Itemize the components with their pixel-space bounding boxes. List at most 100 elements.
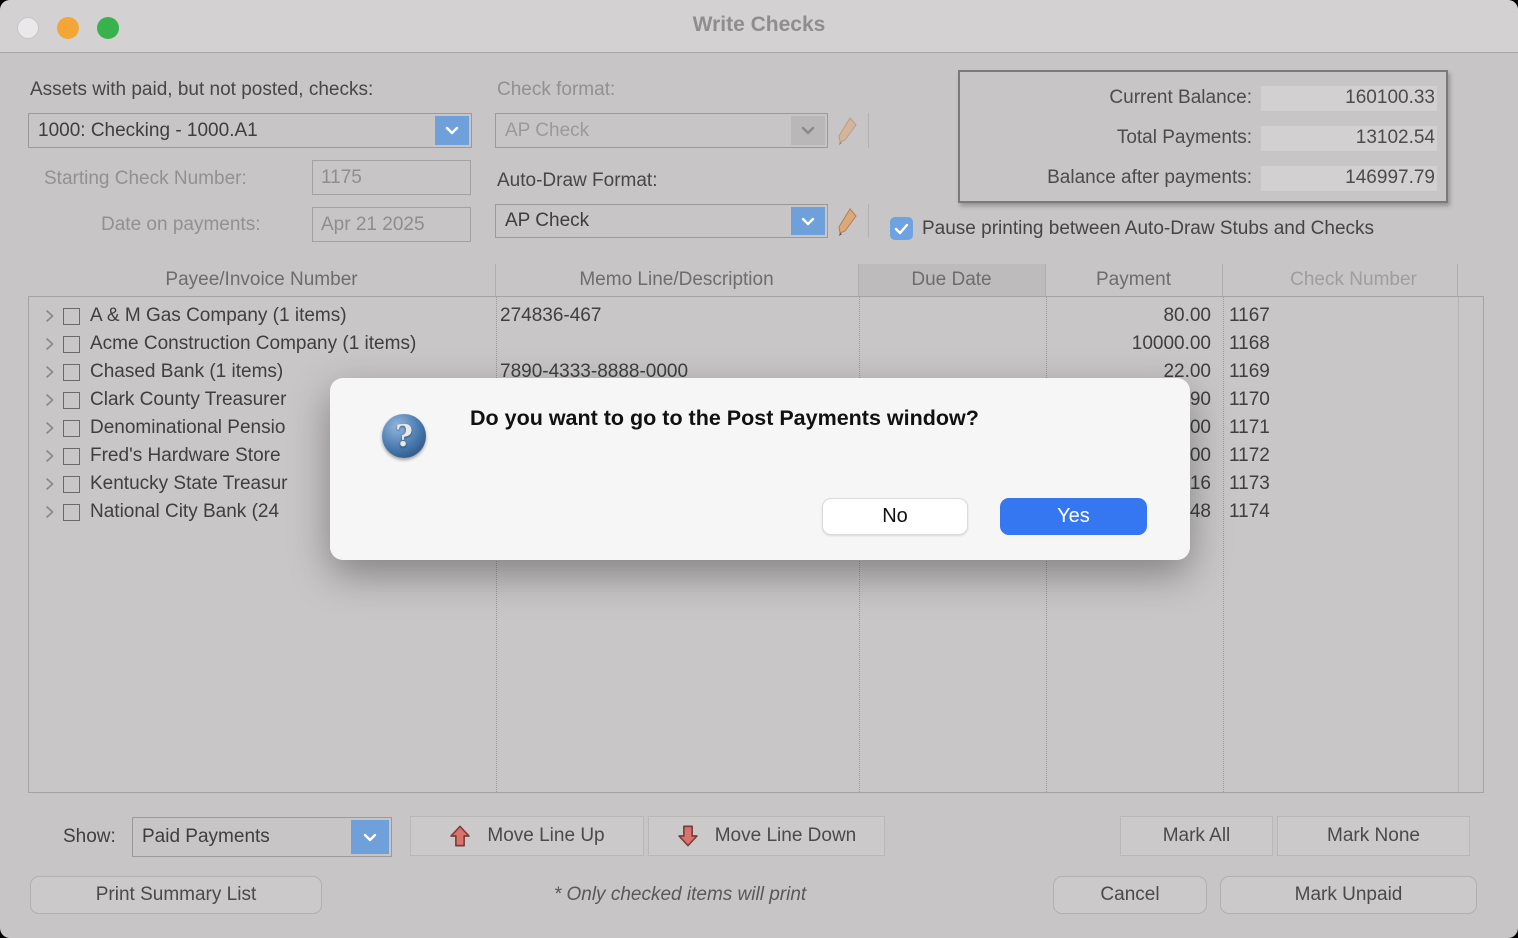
chevron-down-icon[interactable] — [351, 820, 389, 854]
move-line-down-label: Move Line Down — [715, 825, 857, 847]
write-checks-window: Write Checks Assets with paid, but not p… — [0, 0, 1518, 938]
check-number-cell: 1171 — [1223, 414, 1486, 442]
column-header-payment[interactable]: Payment — [1045, 264, 1222, 296]
disclosure-chevron-icon[interactable] — [45, 421, 55, 435]
total-payments-value: 13102.54 — [1356, 127, 1435, 149]
no-button[interactable]: No — [822, 498, 968, 535]
payee-label: Fred's Hardware Store — [90, 445, 281, 467]
balance-after-payments-label: Balance after payments: — [1047, 167, 1252, 189]
edit-pencil-icon — [836, 116, 858, 146]
pause-printing-checkbox[interactable] — [890, 217, 913, 240]
divider — [868, 204, 869, 238]
print-summary-list-button[interactable]: Print Summary List — [30, 876, 322, 914]
balance-after-payments-field: 146997.79 — [1261, 166, 1437, 191]
starting-check-number-value: 1175 — [321, 167, 362, 189]
window-title: Write Checks — [0, 13, 1518, 37]
table-row[interactable]: A & M Gas Company (1 items) 274836-467 80.… — [29, 302, 1483, 330]
move-line-up-label: Move Line Up — [487, 825, 604, 847]
disclosure-chevron-icon[interactable] — [45, 337, 55, 351]
mark-all-button[interactable]: Mark All — [1120, 816, 1273, 856]
arrow-down-icon — [677, 825, 699, 847]
print-summary-list-label: Print Summary List — [96, 884, 256, 906]
show-filter-select[interactable]: Paid Payments — [132, 817, 392, 857]
row-checkbox[interactable] — [63, 308, 80, 325]
check-number-cell: 1173 — [1223, 470, 1486, 498]
total-payments-label: Total Payments: — [1117, 127, 1252, 149]
assets-account-select[interactable]: 1000: Checking - 1000.A1 — [28, 113, 472, 148]
chevron-down-icon[interactable] — [791, 207, 825, 235]
row-checkbox[interactable] — [63, 336, 80, 353]
column-header-due-date[interactable]: Due Date — [858, 264, 1045, 296]
mark-all-label: Mark All — [1163, 825, 1231, 847]
arrow-up-icon — [449, 825, 471, 847]
starting-check-number-field[interactable]: 1175 — [312, 160, 471, 195]
row-checkbox[interactable] — [63, 364, 80, 381]
move-line-up-button[interactable]: Move Line Up — [410, 816, 644, 856]
row-checkbox[interactable] — [63, 420, 80, 437]
disclosure-chevron-icon[interactable] — [45, 449, 55, 463]
payee-label: Kentucky State Treasur — [90, 473, 288, 495]
row-checkbox[interactable] — [63, 476, 80, 493]
disclosure-chevron-icon[interactable] — [45, 477, 55, 491]
starting-check-number-label: Starting Check Number: — [44, 168, 247, 190]
column-header-memo[interactable]: Memo Line/Description — [495, 264, 858, 296]
row-checkbox[interactable] — [63, 448, 80, 465]
row-checkbox[interactable] — [63, 392, 80, 409]
column-header-check-number[interactable]: Check Number — [1222, 264, 1485, 296]
question-mark-icon: ? — [382, 414, 426, 458]
assets-label: Assets with paid, but not posted, checks… — [30, 79, 373, 101]
checked-items-note: * Only checked items will print — [430, 884, 930, 906]
row-checkbox[interactable] — [63, 504, 80, 521]
title-bar: Write Checks — [0, 0, 1518, 53]
payee-label: National City Bank (24 — [90, 501, 279, 523]
check-format-select: AP Check — [495, 113, 828, 148]
edit-pencil-icon[interactable] — [836, 207, 858, 237]
disclosure-chevron-icon[interactable] — [45, 505, 55, 519]
assets-account-value: 1000: Checking - 1000.A1 — [38, 120, 258, 142]
mark-none-label: Mark None — [1327, 825, 1420, 847]
payee-cell: Acme Construction Company (1 items) — [29, 330, 496, 358]
balance-after-payments-value: 146997.79 — [1345, 167, 1435, 189]
current-balance-value: 160100.33 — [1345, 87, 1435, 109]
payment-cell: 10000.00 — [1046, 330, 1223, 358]
payee-label: Acme Construction Company (1 items) — [90, 333, 416, 355]
mark-unpaid-label: Mark Unpaid — [1295, 884, 1403, 906]
balance-summary-box: Current Balance: 160100.33 Total Payment… — [958, 70, 1448, 203]
check-number-cell: 1170 — [1223, 386, 1486, 414]
autodraw-format-select[interactable]: AP Check — [495, 204, 828, 238]
table-row[interactable]: Acme Construction Company (1 items) 10000… — [29, 330, 1483, 358]
autodraw-format-value: AP Check — [505, 210, 589, 232]
check-number-cell: 1172 — [1223, 442, 1486, 470]
chevron-down-icon[interactable] — [435, 116, 469, 145]
check-number-cell: 1167 — [1223, 302, 1486, 330]
disclosure-chevron-icon[interactable] — [45, 365, 55, 379]
show-label: Show: — [63, 826, 116, 848]
date-on-payments-value: Apr 21 2025 — [321, 214, 425, 236]
column-header-payee[interactable]: Payee/Invoice Number — [28, 264, 495, 296]
table-header: Payee/Invoice Number Memo Line/Descripti… — [28, 264, 1484, 296]
payee-label: Clark County Treasurer — [90, 389, 286, 411]
total-payments-field: 13102.54 — [1261, 126, 1437, 151]
mark-unpaid-button[interactable]: Mark Unpaid — [1220, 876, 1477, 914]
check-format-label: Check format: — [497, 79, 615, 101]
mark-none-button[interactable]: Mark None — [1277, 816, 1470, 856]
date-on-payments-field[interactable]: Apr 21 2025 — [312, 207, 471, 242]
disclosure-chevron-icon[interactable] — [45, 309, 55, 323]
post-payments-dialog: ? Do you want to go to the Post Payments… — [330, 378, 1190, 560]
check-format-value: AP Check — [505, 120, 589, 142]
check-number-cell: 1169 — [1223, 358, 1486, 386]
pause-printing-label: Pause printing between Auto-Draw Stubs a… — [922, 218, 1374, 240]
due-date-cell — [859, 330, 1046, 358]
cancel-button[interactable]: Cancel — [1053, 876, 1207, 914]
cancel-label: Cancel — [1100, 884, 1159, 906]
yes-button[interactable]: Yes — [1000, 498, 1147, 535]
due-date-cell — [859, 302, 1046, 330]
payment-cell: 80.00 — [1046, 302, 1223, 330]
move-line-down-button[interactable]: Move Line Down — [648, 816, 885, 856]
memo-cell — [496, 330, 859, 358]
show-filter-value: Paid Payments — [142, 826, 270, 848]
disclosure-chevron-icon[interactable] — [45, 393, 55, 407]
divider — [868, 113, 869, 148]
memo-cell: 274836-467 — [496, 302, 859, 330]
payee-label: A & M Gas Company (1 items) — [90, 305, 347, 327]
